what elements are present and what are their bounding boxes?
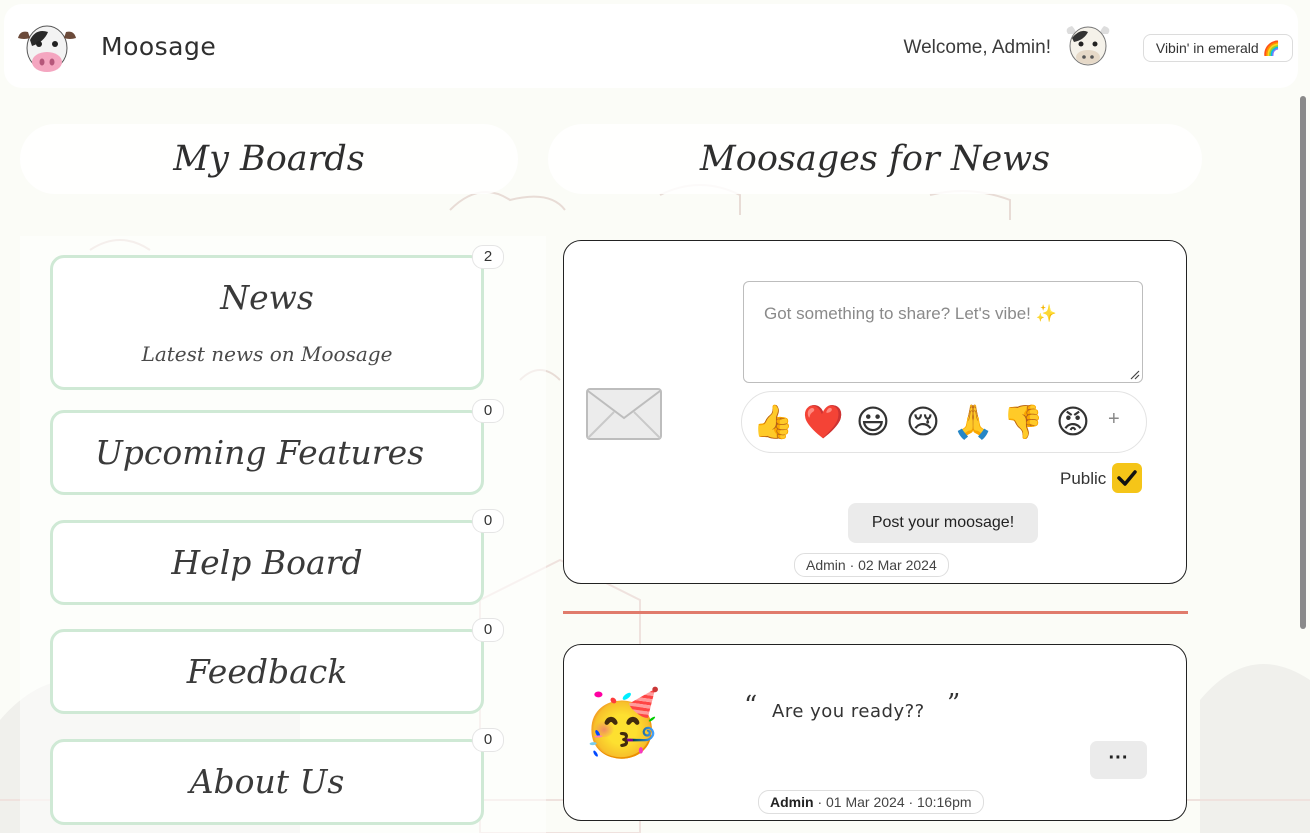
welcome-text: Welcome, Admin!: [903, 37, 1051, 58]
resize-handle-icon[interactable]: [1130, 370, 1140, 380]
theme-button[interactable]: Vibin' in emerald 🌈: [1142, 34, 1293, 62]
cow-avatar-icon[interactable]: [1064, 24, 1112, 68]
board-title: News: [220, 278, 314, 317]
smile-emoji-button[interactable]: 😃: [851, 400, 895, 444]
board-news[interactable]: News Latest news on Moosage: [50, 255, 484, 390]
scrollbar-thumb[interactable]: [1300, 96, 1306, 629]
board-about-us[interactable]: About Us: [50, 739, 484, 825]
section-divider: [563, 611, 1188, 614]
praying-hands-emoji-button[interactable]: 🙏: [951, 400, 995, 444]
board-title: About Us: [189, 762, 345, 801]
moosage-card: 🥳 “ Are you ready?? ” ··· Admin · 01 Mar…: [563, 644, 1187, 821]
angry-emoji-button[interactable]: 😡: [1051, 400, 1095, 444]
brand-name[interactable]: Moosage: [101, 32, 216, 61]
board-count-badge: 0: [472, 728, 504, 752]
page-scrollbar[interactable]: [1296, 88, 1310, 833]
add-emoji-button[interactable]: +: [1108, 408, 1120, 431]
quote-open-mark: “: [744, 691, 758, 721]
moosages-title: Moosages for News: [548, 124, 1202, 194]
board-count-badge: 0: [472, 509, 504, 533]
board-upcoming-features[interactable]: Upcoming Features: [50, 410, 484, 495]
message-input-placeholder: Got something to share? Let's vibe! ✨: [764, 304, 1057, 323]
board-count-badge: 0: [472, 399, 504, 423]
envelope-icon: [586, 388, 662, 440]
board-help-board[interactable]: Help Board: [50, 520, 484, 605]
board-title: Upcoming Features: [95, 433, 425, 472]
moosage-text: Are you ready??: [772, 701, 925, 722]
thumbs-down-emoji-button[interactable]: 👎: [1001, 400, 1045, 444]
board-subtitle: Latest news on Moosage: [141, 342, 393, 366]
board-count-badge: 0: [472, 618, 504, 642]
message-input[interactable]: Got something to share? Let's vibe! ✨: [743, 281, 1143, 383]
moosage-author: Admin: [770, 794, 814, 810]
board-count-badge: 2: [472, 245, 504, 269]
checkmark-icon: [1117, 470, 1137, 486]
top-bar: Moosage Welcome, Admin! Vibin' in emeral…: [4, 4, 1298, 88]
moosage-timestamp: · 01 Mar 2024 · 10:16pm: [813, 794, 972, 810]
party-face-emoji: 🥳: [582, 687, 662, 761]
my-boards-title: My Boards: [20, 124, 518, 194]
board-title: Feedback: [186, 652, 348, 691]
public-label: Public: [1060, 469, 1107, 488]
public-checkbox[interactable]: [1112, 463, 1142, 493]
quote-close-mark: ”: [947, 689, 961, 719]
heart-emoji-button[interactable]: ❤️: [801, 400, 845, 444]
emoji-picker-bar: 👍 ❤️ 😃 😢 🙏 👎 😡 +: [741, 391, 1147, 453]
crying-emoji-button[interactable]: 😢: [901, 400, 945, 444]
moosage-meta-badge: Admin · 01 Mar 2024 · 10:16pm: [758, 790, 984, 814]
thumbs-up-emoji-button[interactable]: 👍: [751, 400, 795, 444]
board-feedback[interactable]: Feedback: [50, 629, 484, 714]
composer-meta-badge: Admin · 02 Mar 2024: [794, 553, 949, 577]
post-moosage-button[interactable]: Post your moosage!: [848, 503, 1038, 543]
composer-card: Got something to share? Let's vibe! ✨ 👍 …: [563, 240, 1187, 584]
board-title: Help Board: [171, 543, 363, 582]
more-options-button[interactable]: ···: [1090, 741, 1147, 779]
cow-face-icon[interactable]: [18, 18, 76, 76]
